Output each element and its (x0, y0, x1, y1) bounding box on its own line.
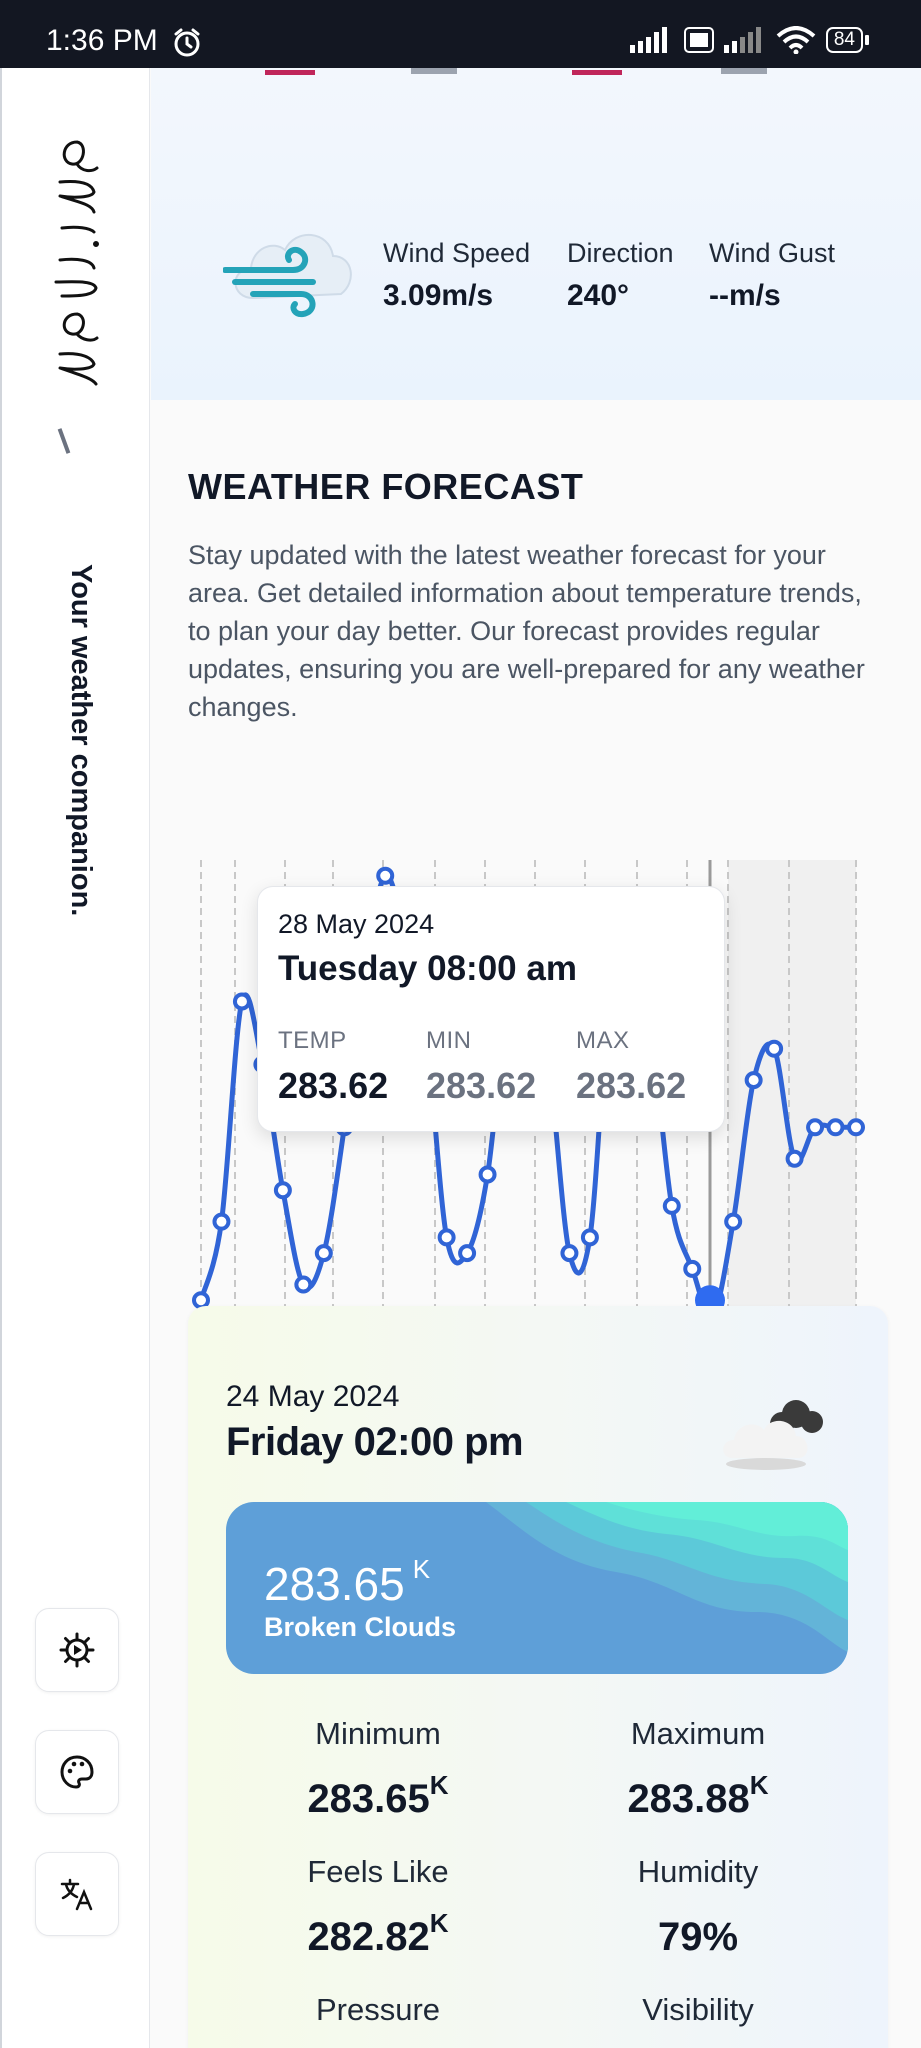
chart-point (212, 1212, 231, 1231)
stat-label: Pressure (315, 1992, 441, 2027)
wind-gust-value: --m/s (709, 279, 781, 312)
current-temp: 283.65 K (264, 1554, 430, 1611)
status-time: 1:36 PM (46, 24, 158, 57)
wind-direction: Direction 240° (567, 238, 674, 313)
wind-gust: Wind Gust --m/s (709, 238, 835, 313)
tooltip-date: 28 May 2024 (278, 909, 435, 939)
current-day-time: Friday 02:00 pm (226, 1420, 524, 1464)
partial-icons (265, 68, 767, 75)
current-weather-card: 24 May 2024 Friday 02:00 pm 283.65 K Brok… (188, 1306, 888, 2048)
tooltip-min-value: 283.62 (426, 1065, 537, 1106)
chart-point (314, 1244, 333, 1263)
wind-speed-label: Wind Speed (383, 238, 531, 268)
theme-button[interactable] (35, 1730, 119, 1814)
chart-point (580, 1228, 599, 1247)
chart-point (478, 1165, 497, 1184)
tooltip-min-label: MIN (426, 1027, 472, 1054)
divider (57, 428, 71, 454)
wind-gust-label: Wind Gust (709, 238, 836, 268)
current-temp-unit: K (412, 1554, 431, 1584)
chart-point (273, 1181, 292, 1200)
stat-feels-like: Feels Like 282.82K (258, 1854, 498, 1960)
wind-icon (223, 234, 352, 318)
chart-point (765, 1039, 784, 1058)
forecast-chart[interactable]: 28 May 2024 Tuesday 08:00 am TEMP MIN MA… (191, 786, 871, 1326)
stat-maximum: Maximum 283.88K (578, 1716, 818, 1822)
signal-icon (629, 27, 667, 53)
stat-humidity: Humidity 79% (578, 1854, 818, 1960)
current-temp-value: 283.65 (264, 1558, 405, 1610)
chart-point (232, 992, 251, 1011)
tooltip-max-value: 283.62 (576, 1065, 687, 1106)
forecast-description: Stay updated with the latest weather for… (188, 540, 865, 722)
chart-hover-band (728, 860, 856, 1316)
app-logo (54, 140, 99, 386)
cloud-icon (723, 1400, 823, 1470)
chart-point (458, 1244, 477, 1263)
tagline: Your weather companion. (65, 564, 97, 917)
current-date: 24 May 2024 (226, 1380, 400, 1413)
settings-button[interactable] (35, 1608, 119, 1692)
stat-number: 282.82 (307, 1915, 430, 1959)
chart-point (376, 866, 395, 885)
volte-icon (683, 27, 714, 53)
stat-number: 79% (657, 1915, 739, 1959)
stat-unit: K (429, 1908, 449, 1938)
stat-number: 283.88 (627, 1777, 750, 1821)
translate-icon (60, 1878, 93, 1911)
language-button[interactable] (35, 1852, 119, 1936)
stat-pressure: Pressure (258, 1992, 498, 2028)
chart-point (683, 1259, 702, 1278)
main-content: Wind Speed 3.09m/s Direction 240° Wind G… (151, 68, 921, 2048)
wind-direction-label: Direction (567, 238, 674, 268)
stat-minimum: Minimum 283.65K (258, 1716, 498, 1822)
stat-number: 283.65 (307, 1777, 430, 1821)
chart-point (744, 1071, 763, 1090)
chart-point (806, 1118, 825, 1137)
stat-unit: K (429, 1770, 449, 1800)
chart-point (847, 1118, 865, 1137)
stat-visibility: Visibility (578, 1992, 818, 2028)
stat-value: 282.82K (258, 1908, 498, 1960)
tooltip-day-time: Tuesday 08:00 am (278, 949, 577, 988)
wind-speed-value: 3.09m/s (383, 279, 494, 312)
tooltip-temp-value: 283.62 (278, 1065, 389, 1106)
settings-icon (59, 1632, 95, 1668)
signal-icon (723, 27, 761, 53)
status-bar: 1:36 PM 84 (0, 0, 921, 68)
chart-tooltip: 28 May 2024 Tuesday 08:00 am TEMP MIN MA… (257, 886, 725, 1132)
battery-level: 84 (825, 27, 863, 53)
palette-icon (60, 1755, 94, 1789)
tooltip-max-label: MAX (576, 1027, 630, 1054)
wind-panel: Wind Speed 3.09m/s Direction 240° Wind G… (151, 68, 921, 400)
chart-point (437, 1228, 456, 1247)
stat-unit: K (749, 1770, 769, 1800)
current-condition: Broken Clouds (264, 1612, 457, 1642)
stat-value: 283.65K (258, 1770, 498, 1822)
forecast-title: WEATHER FORECAST (188, 466, 584, 507)
stat-label: Visibility (642, 1992, 754, 2027)
chart-point (294, 1275, 313, 1294)
chart-point (560, 1244, 579, 1263)
alarm-icon (174, 28, 200, 57)
wind-speed: Wind Speed 3.09m/s (383, 238, 530, 313)
stat-label: Maximum (630, 1716, 766, 1751)
stat-label: Minimum (315, 1716, 441, 1751)
stat-value: 79% (578, 1908, 818, 1960)
stat-value: 283.88K (578, 1770, 818, 1822)
wifi-icon (776, 26, 816, 54)
stat-label: Feels Like (307, 1854, 449, 1889)
tooltip-temp-label: TEMP (278, 1027, 347, 1054)
chart-point (724, 1212, 743, 1231)
stat-label: Humidity (637, 1854, 759, 1889)
chart-point (785, 1149, 804, 1168)
wind-direction-value: 240° (567, 279, 630, 312)
sidebar: Your weather companion. (0, 68, 150, 2048)
battery-icon: 84 (825, 27, 869, 53)
temperature-banner: 283.65 K Broken Clouds (226, 1502, 848, 1674)
chart-point (662, 1196, 681, 1215)
chart-point (826, 1118, 845, 1137)
